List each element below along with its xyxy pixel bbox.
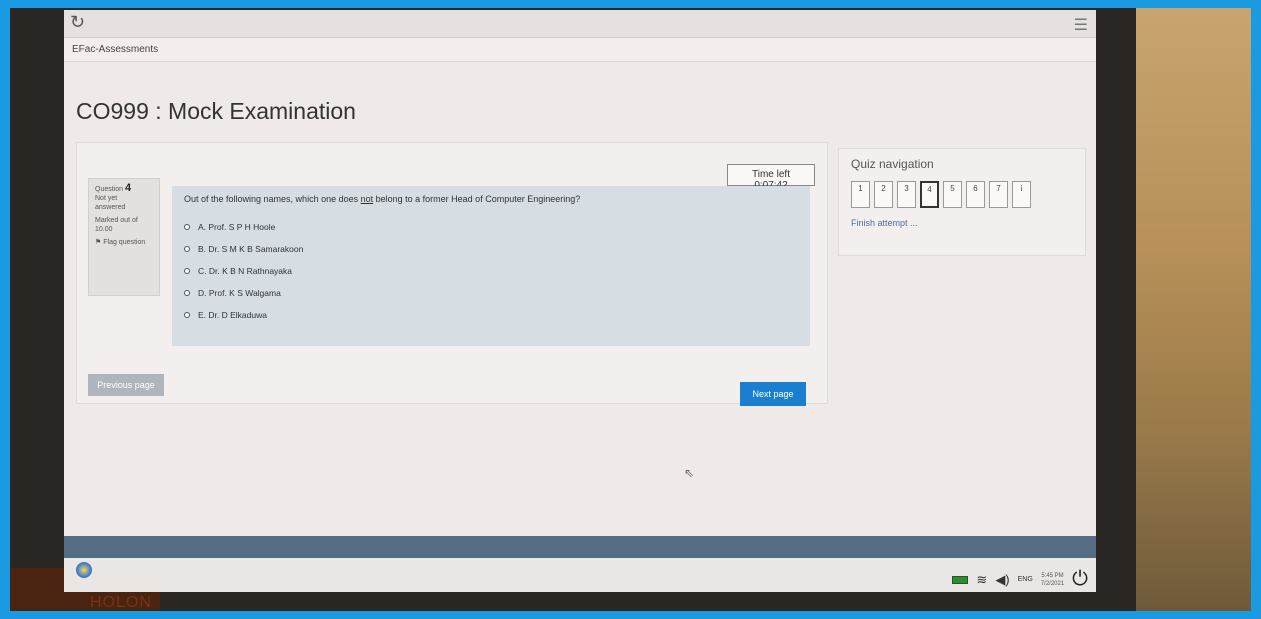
mouse-cursor-icon: ⇖ [684, 466, 695, 480]
option-label: B. Dr. S M K B Samarakoon [198, 244, 304, 254]
flag-question-link[interactable]: ⚑ Flag question [95, 238, 153, 247]
radio-button[interactable] [184, 224, 190, 230]
finish-attempt-link[interactable]: Finish attempt ... [851, 218, 1073, 228]
battery-icon[interactable] [952, 575, 969, 584]
taskbar-band [64, 536, 1096, 558]
answer-option-c[interactable]: C. Dr. K B N Rathnayaka [184, 260, 798, 282]
quiz-nav-button-3[interactable]: 3 [897, 181, 916, 208]
flag-icon: ⚑ [95, 239, 102, 246]
desk-label: HOLON [90, 594, 152, 611]
question-text-part: belong to a former Head of Computer Engi… [373, 194, 581, 204]
hamburger-menu-icon[interactable]: ☰ [1074, 15, 1088, 35]
system-tray: ≋ ◀) ENG 5:45 PM 7/2/2021 ⏻ [952, 568, 1088, 591]
question-content: Out of the following names, which one do… [172, 186, 810, 346]
quiz-nav-button-7[interactable]: 7 [989, 181, 1008, 208]
radio-button[interactable] [184, 312, 190, 318]
option-label: E. Dr. D Elkaduwa [198, 310, 267, 320]
answer-option-a[interactable]: A. Prof. S P H Hoole [184, 216, 798, 238]
previous-page-button[interactable]: Previous page [88, 374, 164, 396]
clock[interactable]: 5:45 PM 7/2/2021 [1041, 572, 1064, 588]
wifi-icon[interactable]: ≋ [976, 572, 987, 588]
clock-date: 7/2/2021 [1040, 580, 1065, 587]
power-icon[interactable]: ⏻ [1072, 568, 1088, 591]
quiz-nav-button-4[interactable]: 4 [920, 181, 939, 208]
marked-line-1: Marked out of [95, 217, 138, 224]
browser-toolbar: ↻ ☰ [64, 10, 1096, 38]
quiz-navigation-title: Quiz navigation [851, 157, 934, 171]
status-line-2: answered [95, 204, 126, 211]
photo-frame: HOLON ↻ ☰ EFac-Assessments CO999 : Mock … [10, 8, 1251, 611]
question-text-part: Out of the following names, which one do… [184, 194, 361, 204]
clock-time: 5:45 PM [1041, 572, 1064, 579]
radio-button[interactable] [184, 268, 190, 274]
language-indicator[interactable]: ENG [1018, 576, 1033, 583]
next-page-button[interactable]: Next page [740, 382, 806, 406]
answer-option-d[interactable]: D. Prof. K S Walgama [184, 282, 798, 304]
quiz-navigation-buttons: 1 2 3 4 5 6 7 i [851, 181, 1073, 208]
answer-option-e[interactable]: E. Dr. D Elkaduwa [184, 304, 798, 326]
radio-button[interactable] [184, 246, 190, 252]
quiz-navigation-panel: Quiz navigation 1 2 3 4 5 6 7 i Finish a… [838, 148, 1086, 256]
time-left-box: Time left 0:07:42 [727, 164, 815, 191]
option-label: C. Dr. K B N Rathnayaka [198, 266, 293, 276]
question-info: Question 4 Not yet answered Marked out o… [88, 178, 160, 296]
page-title: CO999 : Mock Examination [76, 98, 356, 124]
background-wall [1136, 8, 1251, 611]
site-name-link[interactable]: EFac-Assessments [72, 44, 158, 55]
option-label: A. Prof. S P H Hoole [198, 222, 276, 232]
marked-line-2: 10.00 [95, 226, 113, 233]
flag-label: Flag question [103, 239, 146, 246]
site-navbar: EFac-Assessments [64, 38, 1096, 62]
reload-icon[interactable]: ↻ [70, 12, 85, 33]
option-label: D. Prof. K S Walgama [198, 288, 281, 298]
start-button-icon[interactable] [76, 562, 92, 578]
quiz-nav-button-2[interactable]: 2 [874, 181, 893, 208]
quiz-nav-button-6[interactable]: 6 [966, 181, 985, 208]
question-emphasis: not [360, 194, 374, 204]
question-label: Question [95, 186, 124, 193]
quiz-nav-button-5[interactable]: 5 [943, 181, 962, 208]
answer-option-b[interactable]: B. Dr. S M K B Samarakoon [184, 238, 798, 260]
status-line-1: Not yet [95, 195, 118, 202]
question-number: 4 [124, 182, 132, 194]
volume-icon[interactable]: ◀) [995, 572, 1009, 588]
question-text: Out of the following names, which one do… [184, 194, 798, 204]
taskbar: ≋ ◀) ENG 5:45 PM 7/2/2021 ⏻ [64, 558, 1096, 592]
radio-button[interactable] [184, 290, 190, 296]
quiz-nav-button-1[interactable]: 1 [851, 181, 870, 208]
monitor-screen: ↻ ☰ EFac-Assessments CO999 : Mock Examin… [64, 10, 1096, 592]
quiz-nav-button-info[interactable]: i [1012, 181, 1031, 208]
